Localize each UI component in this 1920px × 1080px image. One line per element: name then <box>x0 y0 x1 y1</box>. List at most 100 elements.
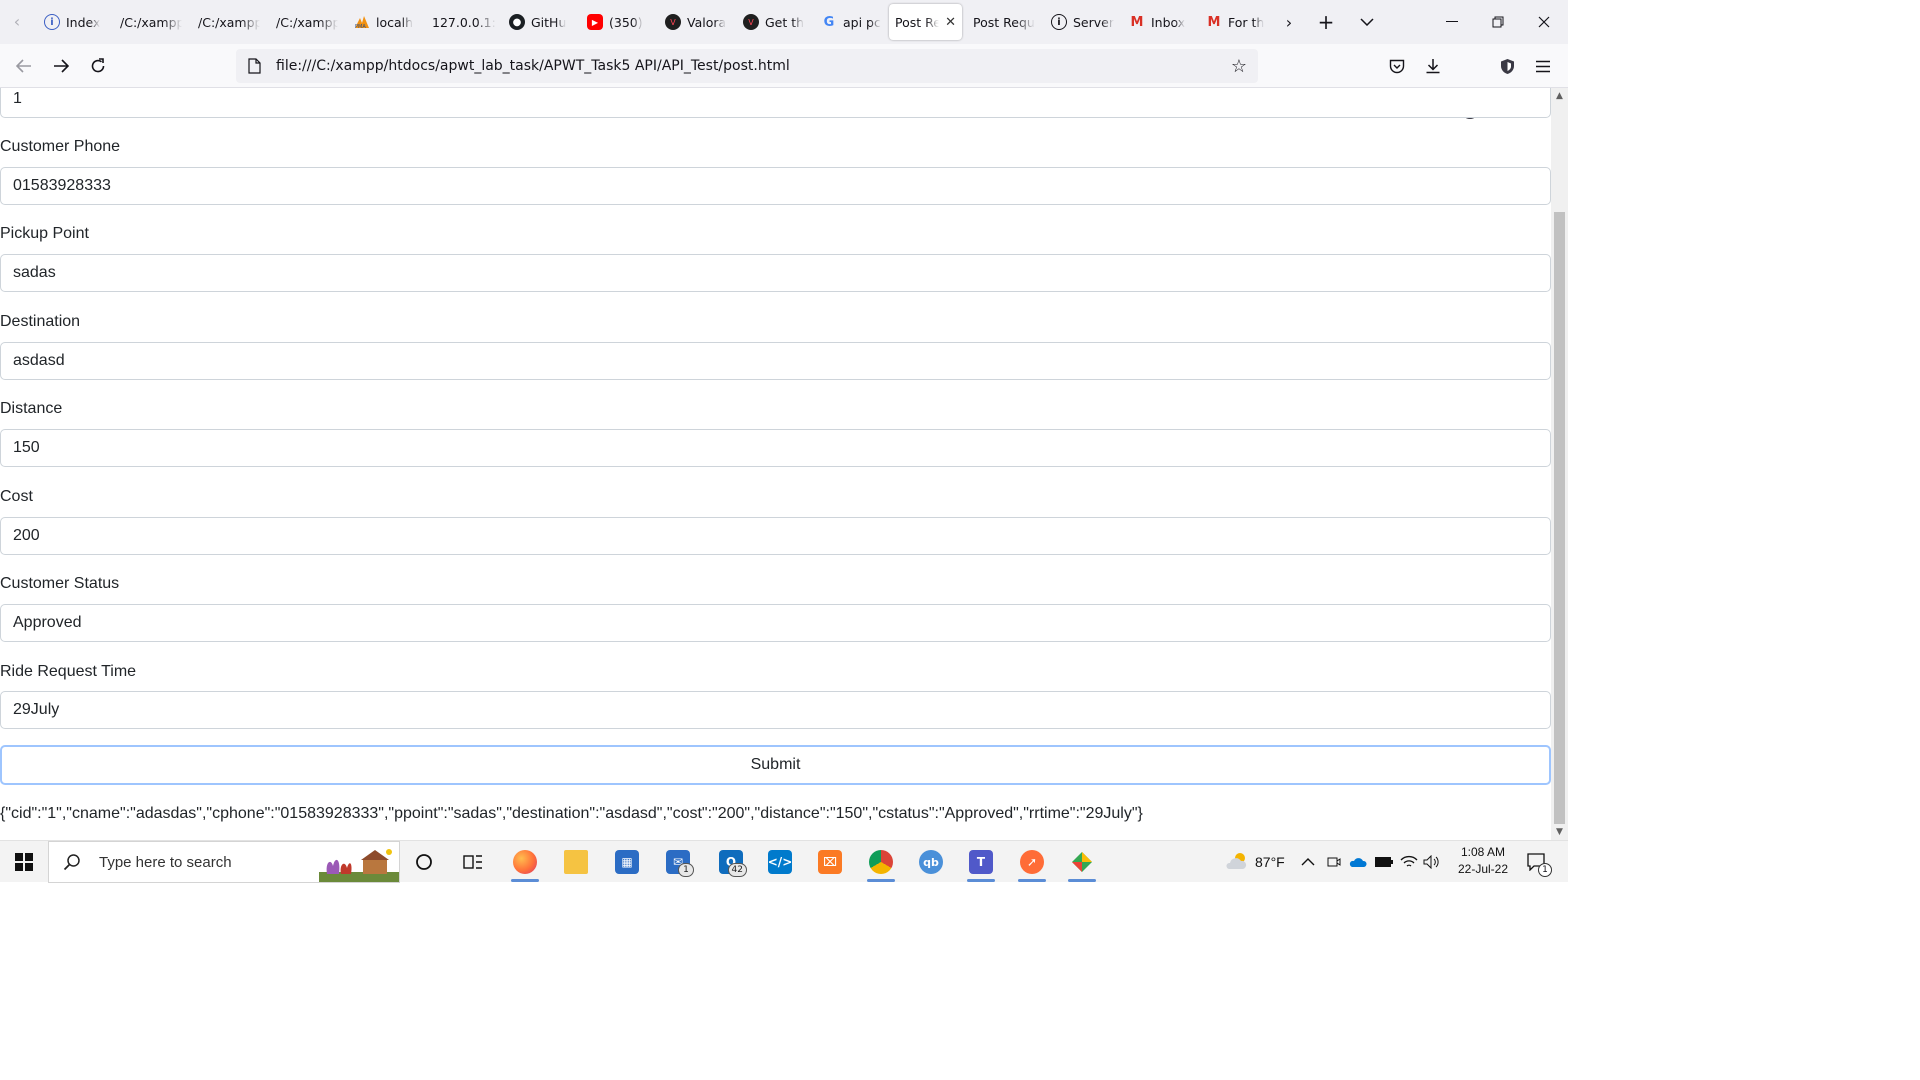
notification-center-icon[interactable]: 1 <box>1524 849 1552 877</box>
ride-request-time-input[interactable]: 29July <box>0 691 1551 729</box>
vertical-scrollbar[interactable]: ▲ ▼ <box>1551 88 1568 840</box>
youtube-icon: ▶ <box>587 14 603 30</box>
tab-scroll-left-button[interactable]: ‹ <box>6 8 28 36</box>
xampp-icon[interactable]: ⌧ <box>810 845 850 879</box>
tab-xampp-2[interactable]: /C:/xampp <box>192 4 266 40</box>
teams-icon[interactable]: T <box>961 845 1001 882</box>
app-diamond-icon[interactable] <box>1062 845 1102 882</box>
tab-api-google[interactable]: G api pc <box>815 4 887 40</box>
search-highlight-art <box>319 844 399 882</box>
customer-status-input[interactable]: Approved <box>0 604 1551 642</box>
tab-127-0-0-1[interactable]: 127.0.0.1:8 <box>426 4 502 40</box>
downloads-icon[interactable] <box>1419 53 1447 79</box>
firefox-icon[interactable] <box>505 845 545 882</box>
mail-icon[interactable]: ✉ 1 <box>658 845 698 879</box>
tab-get-the[interactable]: V Get th <box>737 4 813 40</box>
close-window-icon[interactable] <box>1521 4 1567 40</box>
github-icon: ● <box>509 14 525 30</box>
new-tab-icon[interactable]: + <box>1312 8 1340 36</box>
task-view-icon[interactable] <box>453 845 493 879</box>
tab-strip: ‹ i Index /C:/xampp /C:/xampp /C:/xampp … <box>0 0 1568 44</box>
distance-label: Distance <box>0 400 63 417</box>
forward-arrow-icon[interactable] <box>46 52 76 80</box>
valorant-icon: V <box>743 14 759 30</box>
search-icon <box>63 853 81 871</box>
onedrive-icon[interactable] <box>1349 841 1367 883</box>
submit-button[interactable]: Submit <box>0 745 1551 785</box>
svg-text:PMA: PMA <box>355 24 366 29</box>
tab-xampp-3[interactable]: /C:/xampp <box>270 4 344 40</box>
clock-time: 1:08 AM <box>1460 845 1506 859</box>
customer-status-label: Customer Status <box>0 575 120 592</box>
tab-scroll-right-icon[interactable]: › <box>1275 8 1303 36</box>
valorant-icon: V <box>665 14 681 30</box>
page-icon <box>246 57 262 75</box>
weather-icon <box>1225 851 1249 874</box>
google-icon: G <box>823 14 835 30</box>
tab-server[interactable]: i Server <box>1045 4 1121 40</box>
windows-start-icon[interactable] <box>0 841 48 883</box>
vscode-icon[interactable]: </> <box>760 845 800 879</box>
pickup-point-input[interactable]: sadas <box>0 254 1551 292</box>
gmail-icon: M <box>1207 14 1221 30</box>
qbittorrent-icon[interactable]: qb <box>911 845 951 879</box>
taskbar-search-input[interactable]: Type here to search <box>48 841 400 883</box>
tab-github[interactable]: ● GitHu <box>503 4 579 40</box>
chrome-icon[interactable] <box>861 845 901 882</box>
file-explorer-icon[interactable] <box>556 845 596 879</box>
show-hidden-icons-icon[interactable] <box>1301 841 1315 883</box>
tab-xampp-1[interactable]: /C:/xampp <box>114 4 188 40</box>
reload-icon[interactable] <box>83 52 113 80</box>
cortana-icon[interactable] <box>404 845 444 879</box>
volume-icon[interactable] <box>1423 841 1441 883</box>
minimize-icon[interactable] <box>1429 4 1475 40</box>
meet-now-icon[interactable] <box>1327 841 1341 883</box>
ride-request-time-label: Ride Request Time <box>0 663 137 680</box>
pocket-icon[interactable] <box>1383 53 1411 79</box>
customer-phone-input[interactable]: 01583928333 <box>0 167 1551 205</box>
tab-for-the[interactable]: M For th <box>1200 4 1270 40</box>
scroll-thumb[interactable] <box>1554 212 1565 824</box>
shield-icon[interactable] <box>1493 53 1521 79</box>
weather-widget[interactable]: 87°F <box>1225 841 1285 883</box>
url-bar[interactable]: file:///C:/xampp/htdocs/apwt_lab_task/AP… <box>236 49 1258 83</box>
tab-youtube[interactable]: ▶ (350) <box>581 4 657 40</box>
navigation-toolbar: file:///C:/xampp/htdocs/apwt_lab_task/AP… <box>0 44 1568 119</box>
tab-valorant[interactable]: V Valora <box>659 4 735 40</box>
close-icon[interactable]: ✕ <box>945 15 956 30</box>
windows-taskbar: Type here to search ▦ ✉ 1 O 42 </> ⌧ qb … <box>0 840 1568 883</box>
cost-input[interactable]: 200 <box>0 517 1551 555</box>
restore-icon[interactable] <box>1475 4 1521 40</box>
postman-icon[interactable]: ➚ <box>1012 845 1052 882</box>
tab-index[interactable]: i Index <box>38 4 110 40</box>
hamburger-menu-icon[interactable] <box>1529 53 1557 79</box>
back-arrow-icon[interactable] <box>9 52 39 80</box>
scroll-up-icon[interactable]: ▲ <box>1551 88 1568 104</box>
battery-icon[interactable] <box>1375 841 1393 883</box>
tab-post-request[interactable]: Post Requ <box>967 4 1043 40</box>
phpmyadmin-icon: PMA <box>354 14 370 30</box>
scroll-down-icon[interactable]: ▼ <box>1551 824 1568 840</box>
customer-id-input[interactable]: 1 <box>0 88 1551 118</box>
tab-inbox[interactable]: M Inbox <box>1123 4 1199 40</box>
cost-label: Cost <box>0 488 33 505</box>
taskbar-clock[interactable]: 1:08 AM 22-Jul-22 <box>1440 844 1526 878</box>
tab-localhost[interactable]: PMA localh <box>348 4 422 40</box>
info-icon: i <box>44 14 60 30</box>
chevron-down-icon[interactable] <box>1353 8 1381 36</box>
tab-post-request-active[interactable]: Post Re ✕ <box>889 4 962 40</box>
clock-date: 22-Jul-22 <box>1457 862 1509 876</box>
customer-phone-label: Customer Phone <box>0 138 121 155</box>
destination-input[interactable]: asdasd <box>0 342 1551 380</box>
distance-input[interactable]: 150 <box>0 429 1551 467</box>
page-content: 1 Customer Phone 01583928333 Pickup Poin… <box>0 88 1551 840</box>
pickup-point-label: Pickup Point <box>0 225 89 242</box>
microsoft-store-icon[interactable]: ▦ <box>607 845 647 879</box>
response-output: {"cid":"1","cname":"adasdas","cphone":"0… <box>0 805 1143 822</box>
gmail-icon: M <box>1130 14 1144 30</box>
info-icon: i <box>1051 14 1067 30</box>
destination-label: Destination <box>0 313 81 330</box>
wifi-icon[interactable] <box>1400 841 1418 883</box>
bookmark-star-icon[interactable]: ☆ <box>1226 53 1252 79</box>
outlook-icon[interactable]: O 42 <box>711 845 751 879</box>
